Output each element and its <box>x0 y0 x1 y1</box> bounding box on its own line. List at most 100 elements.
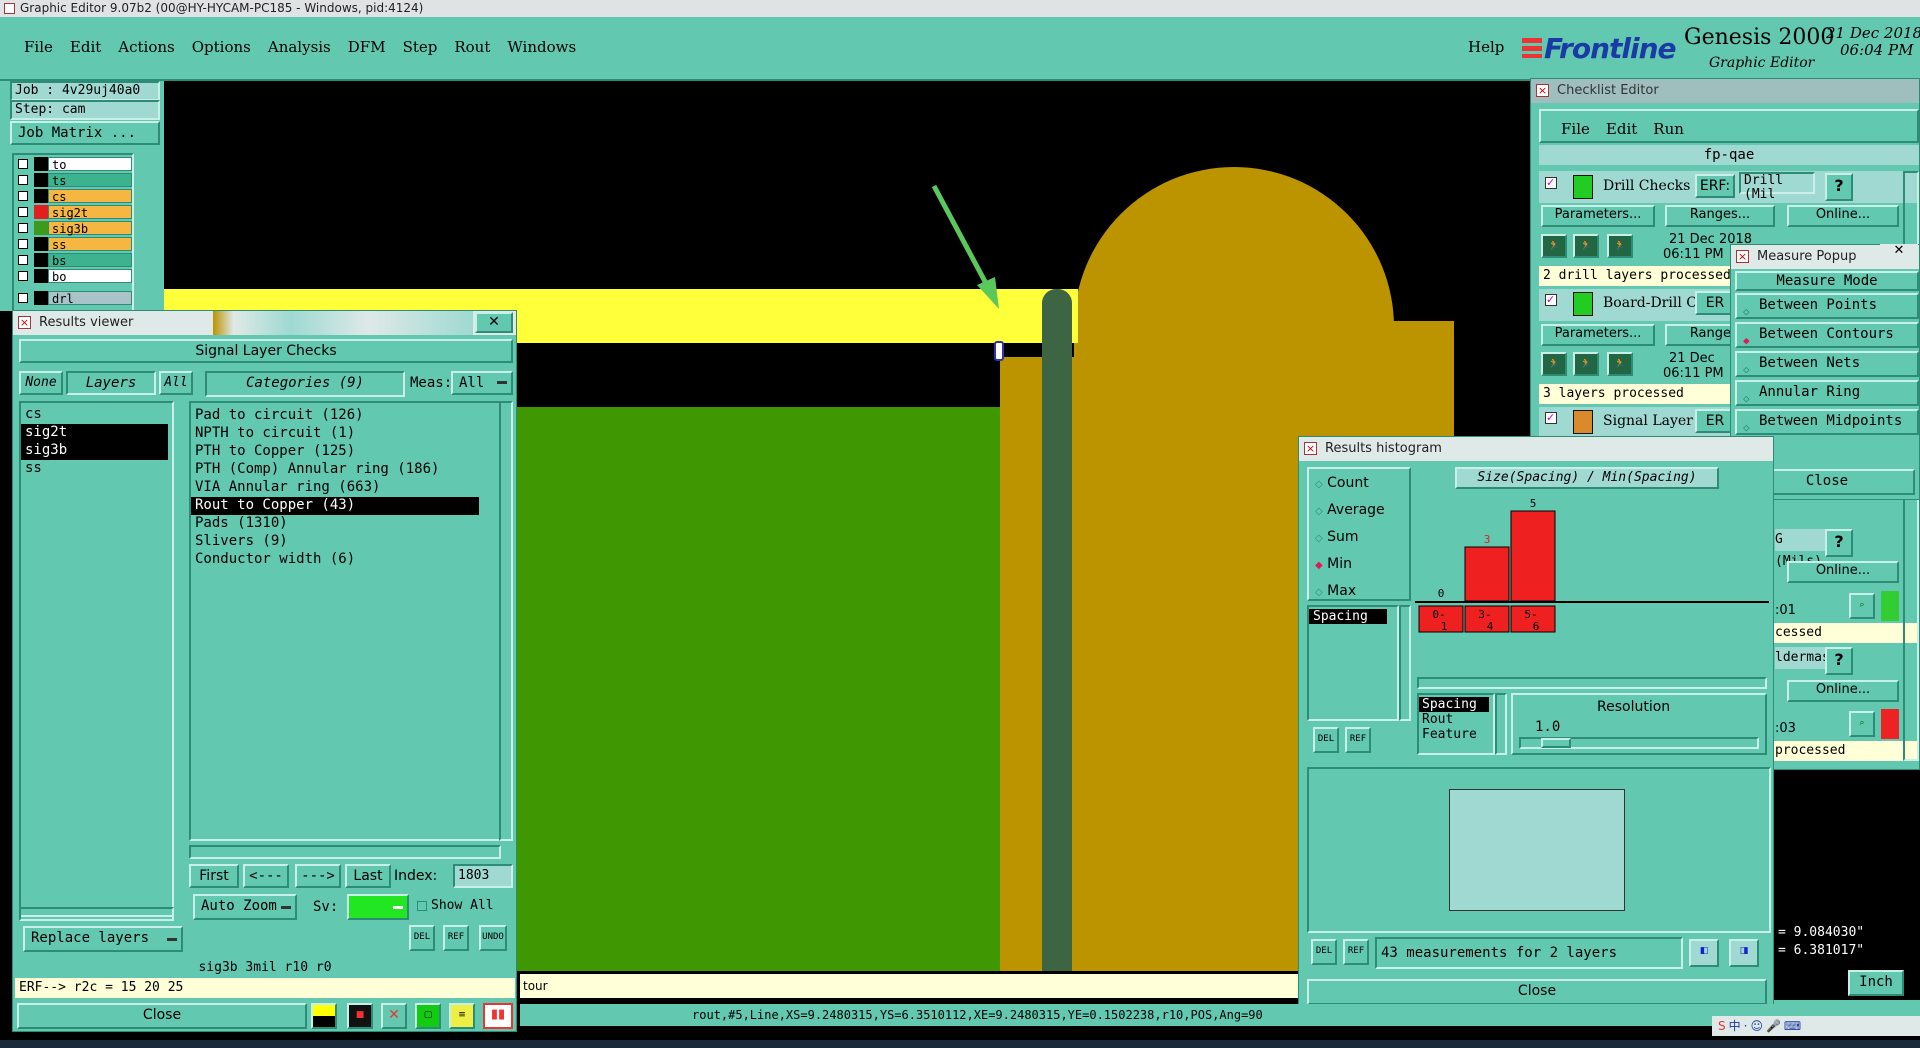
drill-help-button[interactable]: ? <box>1825 173 1853 201</box>
layer-checkbox[interactable] <box>18 271 28 281</box>
category-item[interactable]: Slivers (9) <box>191 533 499 551</box>
category-item[interactable]: PTH to Copper (125) <box>191 443 499 461</box>
menu-rout[interactable]: Rout <box>454 38 490 56</box>
ime-icon[interactable]: S <box>1718 1019 1729 1033</box>
layer-row-ts[interactable]: ts <box>14 173 134 188</box>
mode-count[interactable]: ◇ Count <box>1315 475 1369 491</box>
drill-erf-button[interactable]: ERF: <box>1695 174 1735 198</box>
mode-average[interactable]: ◇ Average <box>1315 502 1385 518</box>
layer-color-swatch[interactable] <box>34 269 48 283</box>
sv-color-select[interactable] <box>347 894 409 920</box>
results-close-button[interactable]: Close <box>17 1003 307 1029</box>
categories-vscrollbar[interactable] <box>499 401 513 841</box>
checklist-menu-file[interactable]: File <box>1561 120 1590 141</box>
sort-item[interactable]: Rout <box>1419 712 1493 727</box>
layer-checkbox[interactable] <box>18 239 28 249</box>
layer-item-sig2t[interactable]: sig2t <box>21 424 168 442</box>
layer-name[interactable]: bs <box>48 253 132 268</box>
layer-item-cs[interactable]: cs <box>21 406 172 424</box>
mode-max[interactable]: ◇ Max <box>1315 583 1356 599</box>
layer-checkbox[interactable] <box>18 255 28 265</box>
layer-checkbox[interactable] <box>18 159 28 169</box>
chart-hscrollbar[interactable] <box>1417 677 1767 689</box>
board-drill-erf-button[interactable]: ER <box>1695 291 1735 315</box>
layer-color-swatch[interactable] <box>34 291 48 305</box>
index-input[interactable]: 1803 <box>453 864 513 888</box>
auto-zoom-select[interactable]: Auto Zoom <box>193 894 297 920</box>
menu-help[interactable]: Help <box>1468 38 1504 56</box>
zoom-icon[interactable]: ⌕ <box>1849 711 1875 737</box>
zoom-icon[interactable]: ⌕ <box>1849 593 1875 619</box>
layer-name[interactable]: ts <box>48 173 132 188</box>
layer-color-swatch[interactable] <box>34 237 48 251</box>
nav-prev-button[interactable]: <--- <box>243 864 289 888</box>
layer-color-swatch[interactable] <box>34 253 48 267</box>
unit-button[interactable]: Inch <box>1848 970 1904 996</box>
signal-online-button[interactable]: Online... <box>1787 561 1899 583</box>
layer-row-ss[interactable]: ss <box>14 237 134 252</box>
drill-parameters-button[interactable]: Parameters... <box>1541 205 1655 227</box>
checklist-menu-edit[interactable]: Edit <box>1606 120 1637 141</box>
chart-icon-1[interactable]: ◧ <box>1689 939 1719 967</box>
run-check-icon[interactable]: 🏃 <box>1573 352 1599 376</box>
layers-hscrollbar[interactable] <box>19 907 174 921</box>
drill-ranges-button[interactable]: Ranges... <box>1665 205 1775 227</box>
attribute-listbox[interactable]: Spacing <box>1307 605 1399 721</box>
toolbar-icon-2[interactable]: ■ <box>347 1003 373 1029</box>
tab-none[interactable]: None <box>19 371 63 395</box>
ref-icon[interactable]: REF <box>1343 939 1369 965</box>
bar-3-4[interactable] <box>1464 546 1510 602</box>
del-icon[interactable]: DEL <box>1313 727 1339 753</box>
layer-checkbox[interactable] <box>18 207 28 217</box>
ref-icon[interactable]: REF <box>1345 727 1371 753</box>
check-enabled-icon[interactable]: ✓ <box>1545 177 1557 189</box>
menu-file[interactable]: File <box>24 38 53 56</box>
mode-between-contours[interactable]: ◆ Between Contours <box>1735 322 1919 348</box>
check-enabled-icon[interactable]: ✓ <box>1545 412 1557 424</box>
layer-row-cs[interactable]: cs <box>14 189 134 204</box>
slider-thumb[interactable] <box>1541 738 1571 748</box>
mode-sum[interactable]: ◇ Sum <box>1315 529 1359 545</box>
sort-listbox[interactable]: Spacing Rout Feature <box>1417 693 1495 755</box>
mode-min[interactable]: ◆ Min <box>1315 556 1352 572</box>
menu-dfm[interactable]: DFM <box>348 38 386 56</box>
menu-options[interactable]: Options <box>192 38 251 56</box>
category-item[interactable]: PTH (Comp) Annular ring (186) <box>191 461 499 479</box>
toolbar-icon-5[interactable]: ≡ <box>449 1003 475 1029</box>
mode-between-nets[interactable]: ◇ Between Nets <box>1735 351 1919 377</box>
category-item[interactable]: VIA Annular ring (663) <box>191 479 499 497</box>
job-matrix-button[interactable]: Job Matrix ... <box>10 121 160 145</box>
del-icon[interactable]: DEL <box>409 925 435 951</box>
toolbar-icon-6[interactable]: ▮▮ <box>483 1003 513 1029</box>
undo-icon[interactable]: UNDO <box>479 925 507 951</box>
soldermask-online-button[interactable]: Online... <box>1787 680 1899 702</box>
tab-all[interactable]: All <box>159 371 193 395</box>
layer-name[interactable]: cs <box>48 189 132 204</box>
show-all-checkbox[interactable] <box>417 901 427 911</box>
tab-layers[interactable]: Layers <box>66 371 156 395</box>
attribute-vscrollbar[interactable] <box>1399 605 1411 721</box>
board-drill-parameters-button[interactable]: Parameters... <box>1541 324 1655 346</box>
signal-help-button[interactable]: ? <box>1825 529 1853 557</box>
layer-checkbox[interactable] <box>18 175 28 185</box>
menu-edit[interactable]: Edit <box>70 38 101 56</box>
results-viewer-close-x[interactable]: ✕ <box>475 312 513 333</box>
del-icon[interactable]: DEL <box>1311 939 1337 965</box>
mode-annular-ring[interactable]: ◇ Annular Ring <box>1735 380 1919 406</box>
category-item[interactable]: Pad to circuit (126) <box>191 407 499 425</box>
nav-next-button[interactable]: ---> <box>295 864 341 888</box>
resolution-slider[interactable] <box>1519 737 1759 749</box>
layer-row-bo[interactable]: bo <box>14 269 134 284</box>
menu-windows[interactable]: Windows <box>507 38 576 56</box>
layer-color-swatch[interactable] <box>34 205 48 219</box>
categories-listbox[interactable]: Pad to circuit (126) NPTH to circuit (1)… <box>189 401 501 841</box>
layer-name[interactable]: bo <box>48 269 132 284</box>
toolbar-icon-4[interactable]: ▢ <box>415 1003 441 1029</box>
category-item[interactable]: NPTH to circuit (1) <box>191 425 499 443</box>
ref-icon[interactable]: REF <box>443 925 469 951</box>
mode-between-points[interactable]: ◇ Between Points <box>1735 293 1919 319</box>
layer-row-bs[interactable]: bs <box>14 253 134 268</box>
layer-item-ss[interactable]: ss <box>21 460 172 478</box>
run-check-icon[interactable]: 🏃 <box>1607 352 1633 376</box>
bar-5-6[interactable] <box>1510 510 1556 602</box>
